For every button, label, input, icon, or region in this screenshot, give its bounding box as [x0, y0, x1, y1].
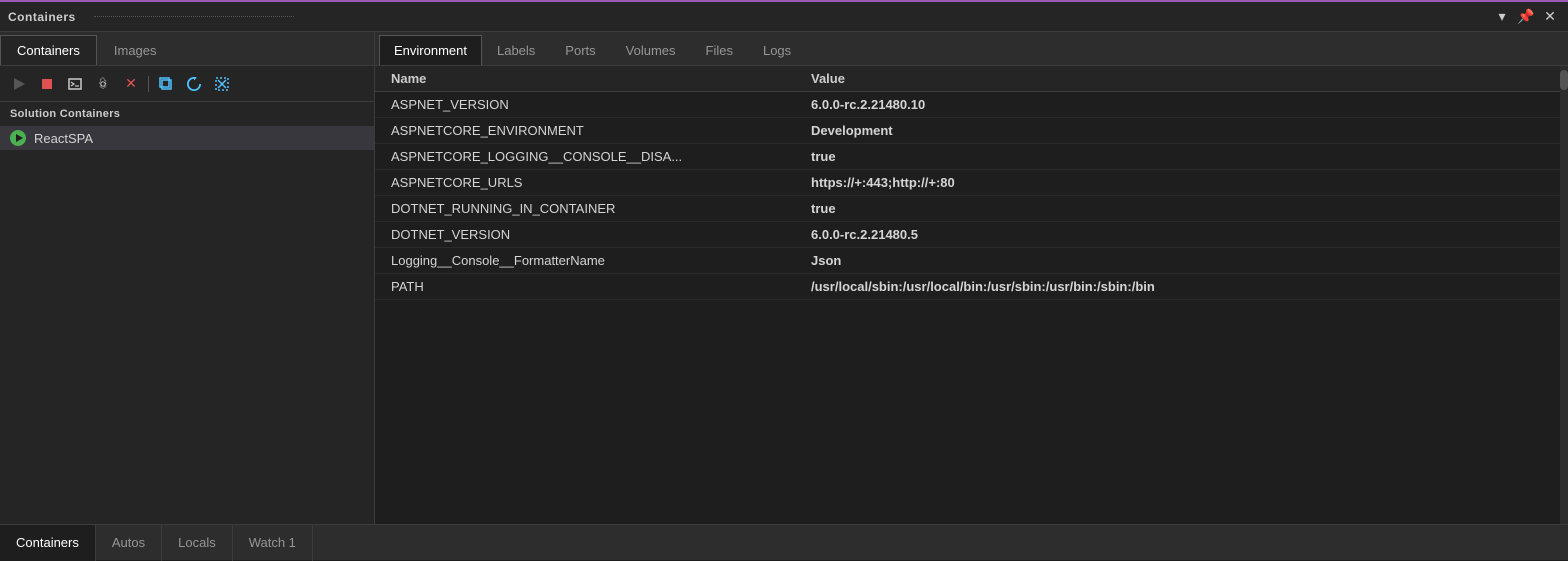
panel-container: Containers ▾ 📌 ✕ Containers Images	[0, 0, 1568, 560]
col-value-header: Value	[811, 71, 1544, 86]
table-row[interactable]: ASPNETCORE_LOGGING__CONSOLE__DISA... tru…	[375, 144, 1560, 170]
bottom-tab-containers[interactable]: Containers	[0, 525, 96, 561]
env-table-header: Name Value	[375, 66, 1560, 92]
container-item-reactspa[interactable]: ReactSPA	[0, 126, 374, 150]
scrollbar-thumb[interactable]	[1560, 70, 1568, 90]
env-name: ASPNETCORE_LOGGING__CONSOLE__DISA...	[391, 149, 811, 164]
copy-icon	[159, 77, 173, 91]
main-area: Containers Images	[0, 32, 1568, 524]
table-row[interactable]: PATH /usr/local/sbin:/usr/local/bin:/usr…	[375, 274, 1560, 300]
title-bar-right: ▾ 📌 ✕	[1492, 7, 1560, 27]
refresh-button[interactable]	[181, 71, 207, 97]
env-table: Name Value ASPNET_VERSION 6.0.0-rc.2.214…	[375, 66, 1560, 524]
tab-logs[interactable]: Logs	[748, 35, 806, 65]
left-panel: Containers Images	[0, 32, 375, 524]
delete-button[interactable]: ✕	[118, 71, 144, 97]
table-row[interactable]: ASPNETCORE_URLS https://+:443;http://+:8…	[375, 170, 1560, 196]
dropdown-button[interactable]: ▾	[1492, 7, 1512, 27]
tab-ports[interactable]: Ports	[550, 35, 610, 65]
env-value: https://+:443;http://+:80	[811, 175, 1544, 190]
title-dots	[94, 16, 294, 17]
env-name: DOTNET_VERSION	[391, 227, 811, 242]
title-bar-left: Containers	[8, 10, 304, 24]
toolbar-separator-1	[148, 76, 149, 92]
prune-button[interactable]	[209, 71, 235, 97]
tab-environment[interactable]: Environment	[379, 35, 482, 65]
env-name: ASPNET_VERSION	[391, 97, 811, 112]
env-name: DOTNET_RUNNING_IN_CONTAINER	[391, 201, 811, 216]
start-button[interactable]	[6, 71, 32, 97]
tab-volumes[interactable]: Volumes	[611, 35, 691, 65]
table-row[interactable]: ASPNET_VERSION 6.0.0-rc.2.21480.10	[375, 92, 1560, 118]
env-name: PATH	[391, 279, 811, 294]
title-bar: Containers ▾ 📌 ✕	[0, 2, 1568, 32]
tab-labels[interactable]: Labels	[482, 35, 550, 65]
tab-files[interactable]: Files	[691, 35, 748, 65]
bottom-tab-bar: Containers Autos Locals Watch 1	[0, 524, 1568, 560]
prune-icon	[215, 77, 229, 91]
container-name: ReactSPA	[34, 131, 93, 146]
right-panel-inner: Name Value ASPNET_VERSION 6.0.0-rc.2.214…	[375, 66, 1568, 524]
env-value: 6.0.0-rc.2.21480.5	[811, 227, 1544, 242]
running-status-icon	[10, 130, 26, 146]
panel-title: Containers	[8, 10, 76, 24]
table-row[interactable]: DOTNET_RUNNING_IN_CONTAINER true	[375, 196, 1560, 222]
terminal-icon	[68, 78, 82, 90]
copy-button[interactable]	[153, 71, 179, 97]
bottom-tab-watch1[interactable]: Watch 1	[233, 525, 313, 561]
right-panel: Environment Labels Ports Volumes Files L…	[375, 32, 1568, 524]
table-row[interactable]: DOTNET_VERSION 6.0.0-rc.2.21480.5	[375, 222, 1560, 248]
close-button[interactable]: ✕	[1540, 7, 1560, 27]
gear-icon	[96, 77, 110, 91]
col-name-header: Name	[391, 71, 811, 86]
terminal-button[interactable]	[62, 71, 88, 97]
env-name: Logging__Console__FormatterName	[391, 253, 811, 268]
scrollbar-track[interactable]	[1560, 66, 1568, 524]
tab-containers[interactable]: Containers	[0, 35, 97, 65]
table-row[interactable]: Logging__Console__FormatterName Json	[375, 248, 1560, 274]
left-tab-row: Containers Images	[0, 32, 374, 66]
env-value: /usr/local/sbin:/usr/local/bin:/usr/sbin…	[811, 279, 1544, 294]
env-value: true	[811, 201, 1544, 216]
env-value: Development	[811, 123, 1544, 138]
bottom-tab-locals[interactable]: Locals	[162, 525, 233, 561]
toolbar: ✕	[0, 66, 374, 102]
solution-header: Solution Containers	[0, 102, 374, 126]
env-name: ASPNETCORE_ENVIRONMENT	[391, 123, 811, 138]
delete-icon: ✕	[125, 75, 137, 92]
bottom-tab-autos[interactable]: Autos	[96, 525, 162, 561]
refresh-icon	[187, 77, 201, 91]
table-row[interactable]: ASPNETCORE_ENVIRONMENT Development	[375, 118, 1560, 144]
env-name: ASPNETCORE_URLS	[391, 175, 811, 190]
tab-images[interactable]: Images	[97, 35, 174, 65]
play-icon	[12, 77, 26, 91]
env-value: Json	[811, 253, 1544, 268]
pin-button[interactable]: 📌	[1516, 7, 1536, 27]
stop-button[interactable]	[34, 71, 60, 97]
env-value: 6.0.0-rc.2.21480.10	[811, 97, 1544, 112]
right-tab-row: Environment Labels Ports Volumes Files L…	[375, 32, 1568, 66]
stop-icon	[41, 78, 53, 90]
env-value: true	[811, 149, 1544, 164]
settings-button[interactable]	[90, 71, 116, 97]
